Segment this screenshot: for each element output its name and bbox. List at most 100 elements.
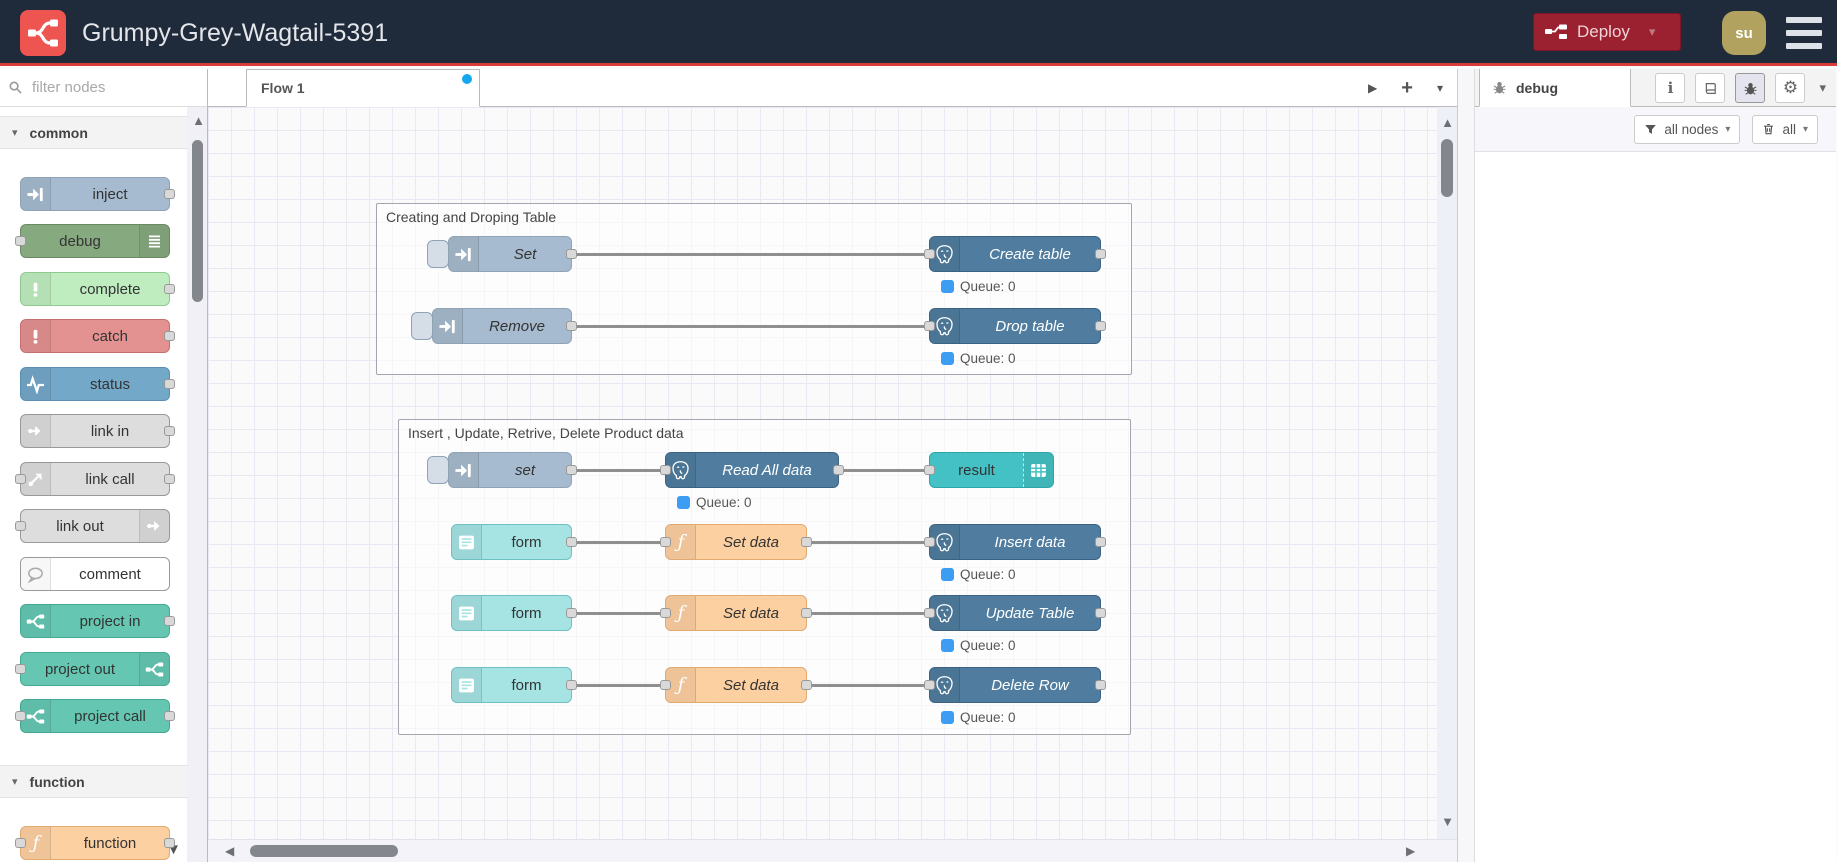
config-tab-button[interactable]: ⚙ [1775,73,1806,103]
wire[interactable] [572,325,929,328]
output-port[interactable] [1095,321,1106,331]
inject-button[interactable] [411,312,433,340]
wire[interactable] [839,469,929,472]
inject-button[interactable] [427,240,449,268]
flow-node-Drop-table[interactable]: Drop table [924,308,1106,344]
flow-node-Delete-Row[interactable]: Delete Row [924,667,1106,703]
tab-scroll-right-icon[interactable]: ▶ [1368,81,1377,95]
output-port[interactable] [164,379,175,389]
flow-node-form[interactable]: form [451,667,577,703]
palette-node-project-out[interactable]: project out [15,652,170,686]
output-port[interactable] [1095,680,1106,690]
output-port[interactable] [1095,537,1106,547]
output-port[interactable] [164,284,175,294]
flow-group[interactable]: Creating and Droping Table [376,203,1132,375]
output-port[interactable] [566,608,577,618]
input-port[interactable] [924,537,935,547]
wire[interactable] [572,541,665,544]
input-port[interactable] [924,608,935,618]
output-port[interactable] [801,537,812,547]
palette-scrollbar[interactable]: ▲ [187,107,207,862]
canvas-vscrollbar[interactable]: ▲ ▼ [1437,107,1457,839]
wire[interactable] [807,684,929,687]
input-port[interactable] [660,465,671,475]
output-port[interactable] [566,321,577,331]
output-port[interactable] [566,680,577,690]
flow-node-result[interactable]: result [924,452,1054,488]
palette-node-link-call[interactable]: link call [15,462,175,496]
wire[interactable] [807,541,929,544]
palette-node-function[interactable]: ƒ function [15,826,175,860]
output-port[interactable] [1095,608,1106,618]
flow-node-Set-data[interactable]: ƒ Set data [660,524,812,560]
input-port[interactable] [660,680,671,690]
wire[interactable] [572,469,665,472]
canvas-hscrollbar[interactable]: ◀ ▶ [208,839,1457,862]
input-port[interactable] [660,537,671,547]
wire[interactable] [572,253,929,256]
output-port[interactable] [566,465,577,475]
input-port[interactable] [15,838,26,848]
canvas-scroll-up-icon[interactable]: ▲ [1441,115,1454,130]
input-port[interactable] [924,680,935,690]
flow-node-Create-table[interactable]: Create table [924,236,1106,272]
output-port[interactable] [833,465,844,475]
output-port[interactable] [164,711,175,721]
palette-node-link-out[interactable]: link out [15,509,170,543]
canvas-scroll-down-icon[interactable]: ▼ [1441,814,1454,829]
palette-search[interactable] [0,69,207,107]
output-port[interactable] [164,426,175,436]
add-flow-button[interactable]: + [1401,77,1413,100]
tab-list-chevron-icon[interactable]: ▾ [1437,81,1443,95]
info-tab-button[interactable]: i [1655,73,1686,103]
debug-filter-button[interactable]: all nodes ▾ [1634,114,1741,144]
input-port[interactable] [15,521,26,531]
canvas-scroll-right-icon[interactable]: ▶ [1406,844,1415,858]
wire[interactable] [572,612,665,615]
flow-node-Set-data[interactable]: ƒ Set data [660,595,812,631]
input-port[interactable] [15,236,26,246]
palette-node-project-call[interactable]: project call [15,699,175,733]
sidebar-collapse-chevron-icon[interactable]: ▾ [1819,80,1826,96]
output-port[interactable] [566,537,577,547]
flow-node-Insert-data[interactable]: Insert data [924,524,1106,560]
palette-node-inject[interactable]: inject [20,177,175,211]
wire[interactable] [807,612,929,615]
palette-category-common[interactable]: ▾ common [0,116,188,149]
canvas-scroll-left-icon[interactable]: ◀ [225,844,234,858]
flow-canvas[interactable]: ▲ ▼ Creating and Droping Table Insert , U… [208,107,1457,839]
filter-nodes-input[interactable] [30,78,180,97]
canvas-vscrollbar-thumb[interactable] [1441,139,1453,197]
tab-debug[interactable]: debug [1479,69,1631,107]
input-port[interactable] [15,474,26,484]
palette-node-complete[interactable]: complete [20,272,175,306]
flow-node-form[interactable]: form [451,595,577,631]
help-tab-button[interactable] [1695,73,1726,103]
palette-scrollbar-thumb[interactable] [192,140,203,302]
user-avatar[interactable]: su [1722,11,1766,55]
input-port[interactable] [15,711,26,721]
input-port[interactable] [660,608,671,618]
input-port[interactable] [924,249,935,259]
output-port[interactable] [164,838,175,848]
input-port[interactable] [15,664,26,674]
palette-node-debug[interactable]: debug [15,224,170,258]
output-port[interactable] [801,680,812,690]
flow-node-set[interactable]: set [427,452,577,488]
flow-node-Read-All-data[interactable]: Read All data [660,452,844,488]
flow-node-Set[interactable]: Set [427,236,577,272]
debug-tab-button[interactable] [1735,73,1766,103]
palette-node-project-in[interactable]: project in [20,604,175,638]
output-port[interactable] [164,616,175,626]
palette-node-catch[interactable]: catch [20,319,175,353]
flow-node-form[interactable]: form [451,524,577,560]
debug-clear-button[interactable]: all ▾ [1752,114,1818,144]
inject-button[interactable] [427,456,449,484]
deploy-button[interactable]: Deploy ▾ [1533,13,1681,51]
flow-node-Update-Table[interactable]: Update Table [924,595,1106,631]
deploy-options-chevron-icon[interactable]: ▾ [1649,24,1656,40]
input-port[interactable] [924,321,935,331]
flow-node-Set-data[interactable]: ƒ Set data [660,667,812,703]
tab-flow-1[interactable]: Flow 1 [246,69,480,107]
output-port[interactable] [164,474,175,484]
